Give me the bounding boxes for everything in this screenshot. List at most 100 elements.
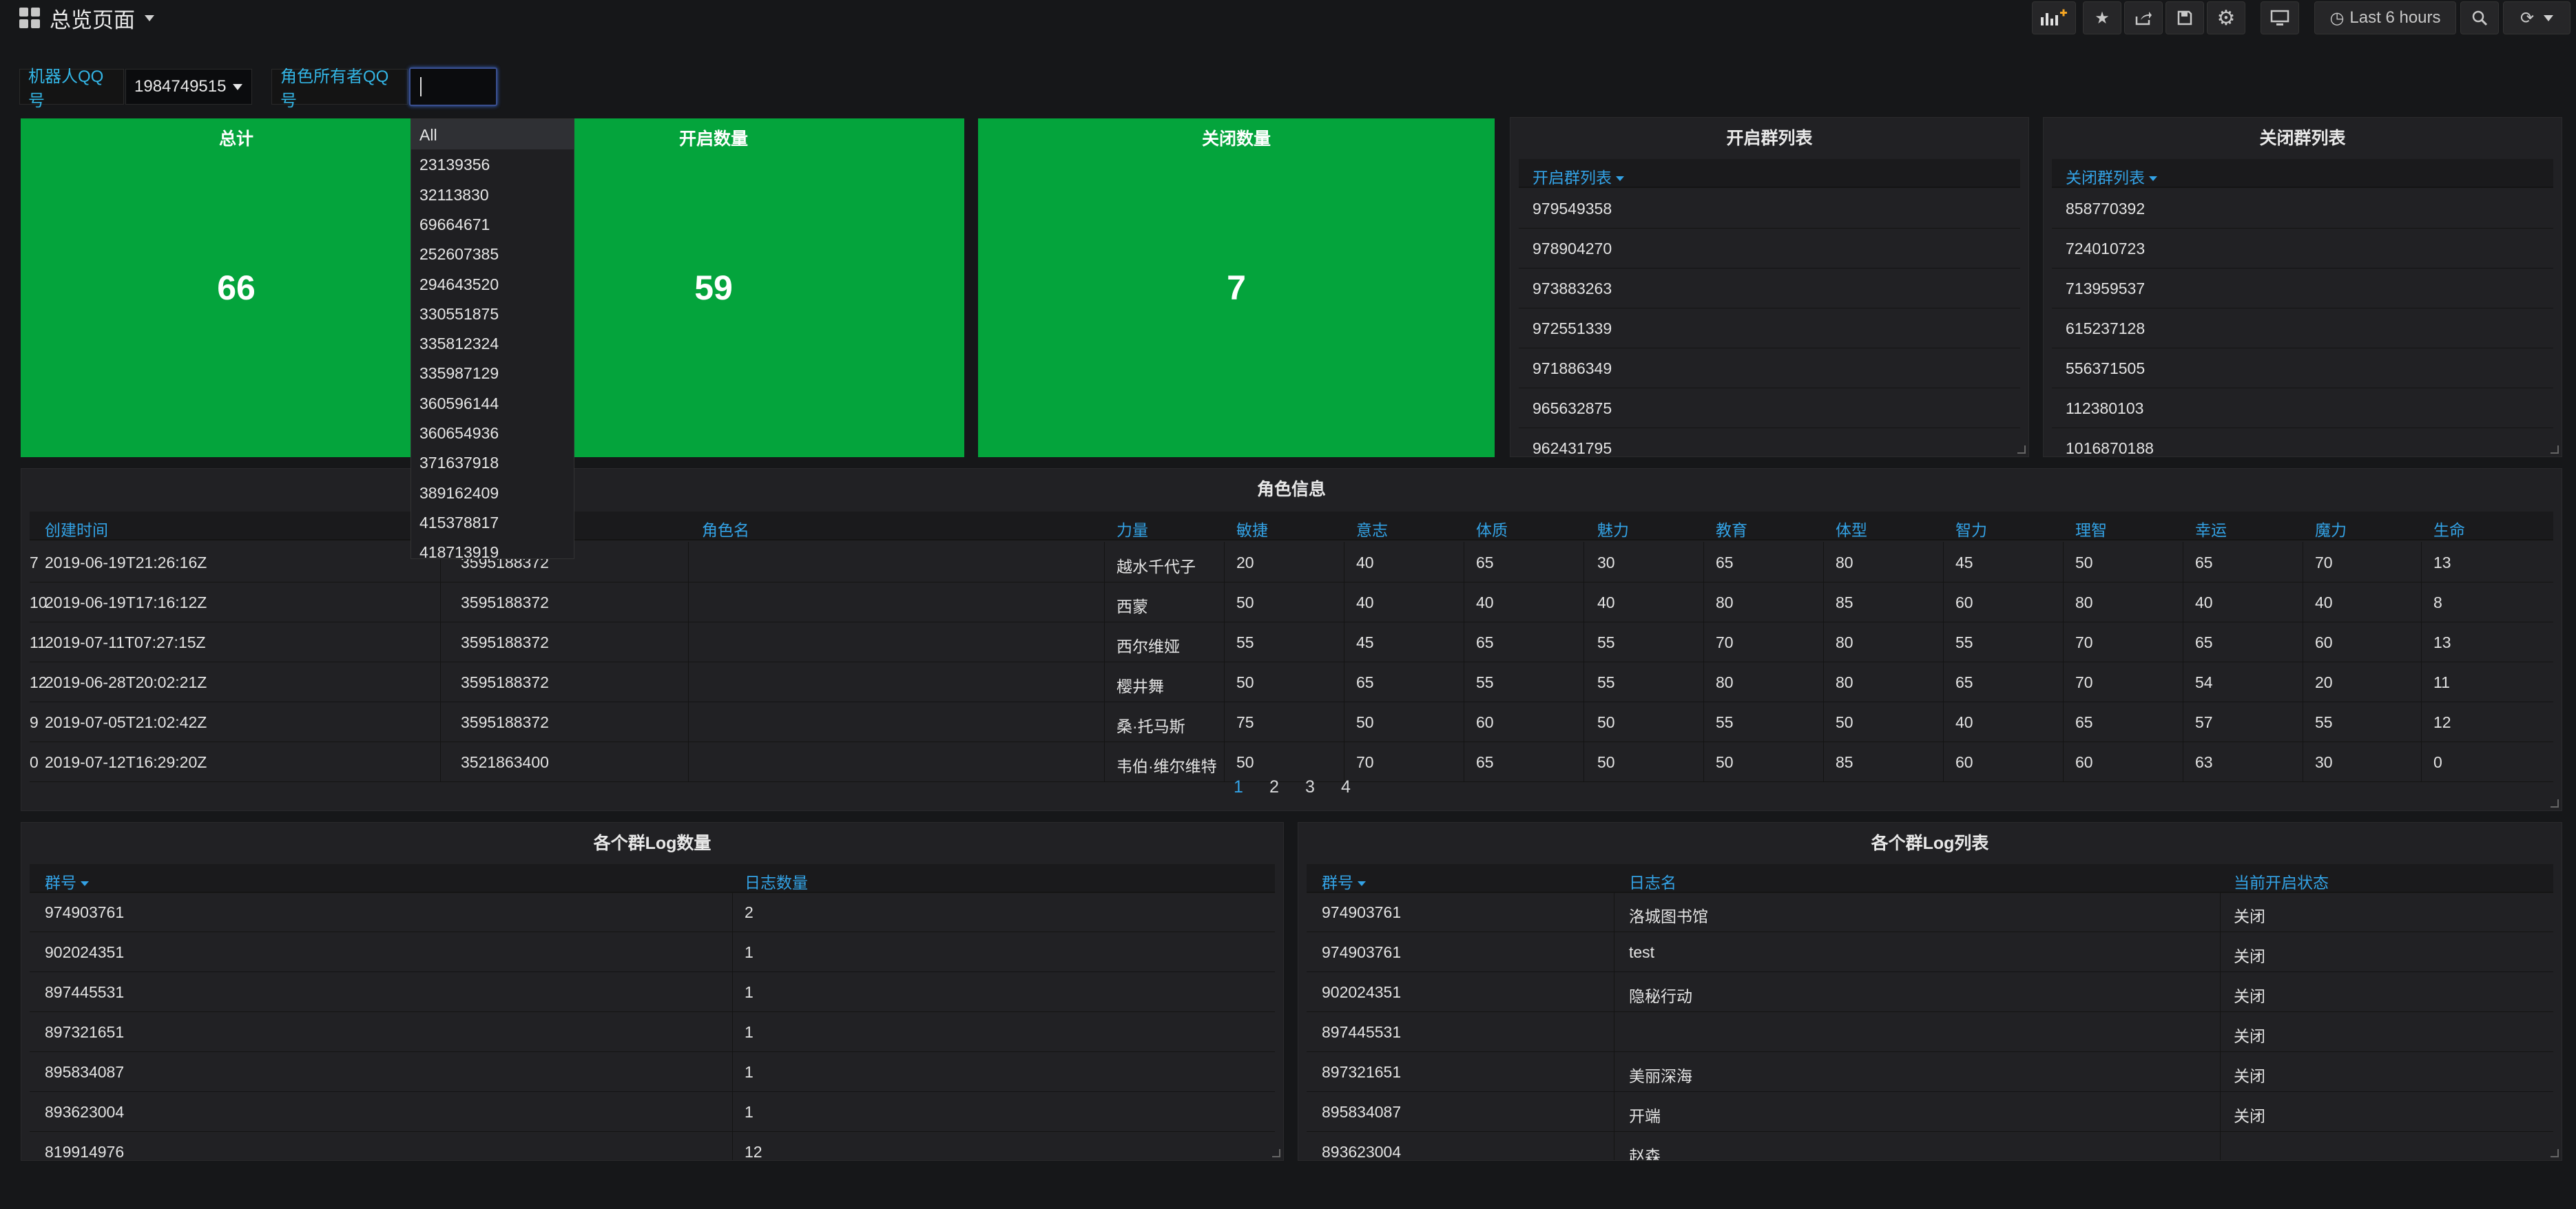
column-header[interactable]: 力量 <box>1116 517 1148 540</box>
resize-handle[interactable] <box>2551 445 2559 454</box>
dropdown-option[interactable]: 360654936 <box>419 424 499 443</box>
table-cell: 50 <box>1836 713 1853 731</box>
table-cell: 895834087 <box>1322 1103 1402 1121</box>
column-header[interactable]: 魔力 <box>2315 517 2347 540</box>
column-header[interactable]: 体型 <box>1836 517 1867 540</box>
table-cell: 2019-07-12T16:29:20Z <box>45 753 207 771</box>
pagination-page-3[interactable]: 3 <box>1305 777 1315 797</box>
column-header[interactable]: 群号 <box>1322 870 1366 893</box>
dropdown-option[interactable]: 415378817 <box>419 514 499 532</box>
column-header[interactable]: 体质 <box>1476 517 1508 540</box>
column-label: 当前开启状态 <box>2234 874 2329 892</box>
zoom-out-button[interactable] <box>2460 1 2499 34</box>
stat-value: 66 <box>217 269 256 307</box>
table-row: 2019-06-28T20:02:21Z 3595188372 樱井舞 50 65 55 5… <box>30 662 2553 702</box>
share-button[interactable] <box>2124 1 2163 34</box>
column-divider <box>2421 662 2422 702</box>
table-cell: 40 <box>1356 593 1374 611</box>
resize-handle[interactable] <box>2017 445 2026 454</box>
table-row: 819914976 12 <box>30 1131 1275 1160</box>
column-label: 幸运 <box>2195 521 2227 539</box>
dropdown-option[interactable]: 32113830 <box>419 186 489 204</box>
table-cell: 1 <box>745 1103 754 1121</box>
column-header[interactable]: 当前开启状态 <box>2234 870 2329 893</box>
table-cell: 1 <box>745 1023 754 1041</box>
column-label: 理智 <box>2075 521 2107 539</box>
star-button[interactable]: ★ <box>2083 1 2121 34</box>
pagination-page-4[interactable]: 4 <box>1341 777 1351 797</box>
pagination-page-2[interactable]: 2 <box>1269 777 1279 797</box>
add-panel-button[interactable] <box>2032 1 2076 34</box>
column-header[interactable]: 日志名 <box>1629 870 1676 893</box>
column-divider <box>1703 582 1704 622</box>
view-mode-button[interactable] <box>2261 1 2299 34</box>
dropdown-option[interactable]: 69664671 <box>419 215 490 234</box>
column-header[interactable]: 理智 <box>2075 517 2107 540</box>
table-cell: 897321651 <box>45 1023 125 1041</box>
column-header[interactable]: 角色名 <box>702 517 749 540</box>
table-row: 897321651 1 <box>30 1011 1275 1052</box>
time-range-picker[interactable]: ◷ Last 6 hours <box>2314 1 2456 34</box>
column-header[interactable]: 创建时间 <box>45 517 108 540</box>
sort-desc-icon <box>2149 176 2157 182</box>
column-header[interactable]: 魅力 <box>1597 517 1629 540</box>
bot-qq-select[interactable]: 1984749515 <box>125 69 252 105</box>
table-row: 965632875 <box>1519 388 2020 428</box>
column-divider <box>732 1131 733 1160</box>
resize-handle[interactable] <box>1272 1149 1280 1157</box>
table-cell: 895834087 <box>45 1063 125 1081</box>
role-info-panel: 角色信息 创建时间 角色名 力量 敏捷 意志 体质 魅力 教育 体型 智力 理智 幸运 魔力 生命 201… <box>21 468 2562 811</box>
gear-icon: ⚙ <box>2216 6 2236 30</box>
column-header[interactable]: 开启群列表 <box>1533 165 1624 188</box>
pagination-page-1[interactable]: 1 <box>1234 777 1243 797</box>
owner-qq-search-input[interactable] <box>409 67 497 106</box>
column-divider <box>1943 582 1944 622</box>
dropdown-option[interactable]: 418713919 <box>419 543 499 558</box>
dropdown-option[interactable]: All <box>419 126 437 145</box>
cell-group-id: 724010723 <box>2066 240 2146 257</box>
time-range-label: Last 6 hours <box>2349 8 2441 27</box>
dashboard-title-picker[interactable]: 总览页面 <box>19 4 154 32</box>
dropdown-option[interactable]: 335812324 <box>419 335 499 353</box>
table-cell: 50 <box>1597 713 1615 731</box>
dropdown-option[interactable]: 330551875 <box>419 305 499 324</box>
column-divider <box>1583 622 1584 662</box>
column-header[interactable]: 日志数量 <box>745 870 808 893</box>
save-button[interactable] <box>2165 1 2204 34</box>
table-cell: 7 <box>30 554 39 571</box>
settings-button[interactable]: ⚙ <box>2207 1 2245 34</box>
dropdown-option[interactable]: 389162409 <box>419 484 499 503</box>
sort-desc-icon <box>1358 881 1366 887</box>
table-cell: 80 <box>1716 673 1734 691</box>
column-header[interactable]: 教育 <box>1716 517 1747 540</box>
column-header[interactable]: 智力 <box>1955 517 1987 540</box>
column-divider <box>1104 542 1105 582</box>
table-cell: 越水千代子 <box>1116 558 1196 576</box>
table-cell: 897445531 <box>45 983 125 1001</box>
table-cell: 关闭 <box>2234 1027 2265 1045</box>
dropdown-option[interactable]: 294643520 <box>419 275 499 294</box>
dropdown-option[interactable]: 252607385 <box>419 245 499 264</box>
column-header[interactable]: 群号 <box>45 870 89 893</box>
cell-group-id: 1016870188 <box>2066 439 2154 457</box>
table-cell: 80 <box>1836 633 1853 651</box>
table-cell: 50 <box>1236 673 1254 691</box>
column-header[interactable]: 敏捷 <box>1236 517 1268 540</box>
resize-handle[interactable] <box>2551 799 2559 808</box>
table-cell: 54 <box>2195 673 2213 691</box>
column-header[interactable]: 关闭群列表 <box>2066 165 2157 188</box>
resize-handle[interactable] <box>2551 1149 2559 1157</box>
column-divider <box>1224 662 1225 702</box>
column-header[interactable]: 幸运 <box>2195 517 2227 540</box>
column-header[interactable]: 意志 <box>1356 517 1388 540</box>
table-cell: 2019-07-11T07:27:15Z <box>45 633 206 651</box>
table-cell: 20 <box>1236 554 1254 571</box>
dropdown-option[interactable]: 360596144 <box>419 395 499 413</box>
dropdown-option[interactable]: 371637918 <box>419 454 499 472</box>
table-cell: 1 <box>745 943 754 961</box>
cell-group-id: 112380103 <box>2066 399 2144 417</box>
dropdown-option[interactable]: 335987129 <box>419 364 499 383</box>
refresh-button[interactable]: ⟳ <box>2503 1 2570 34</box>
dropdown-option[interactable]: 23139356 <box>419 156 490 174</box>
column-header[interactable]: 生命 <box>2433 517 2465 540</box>
